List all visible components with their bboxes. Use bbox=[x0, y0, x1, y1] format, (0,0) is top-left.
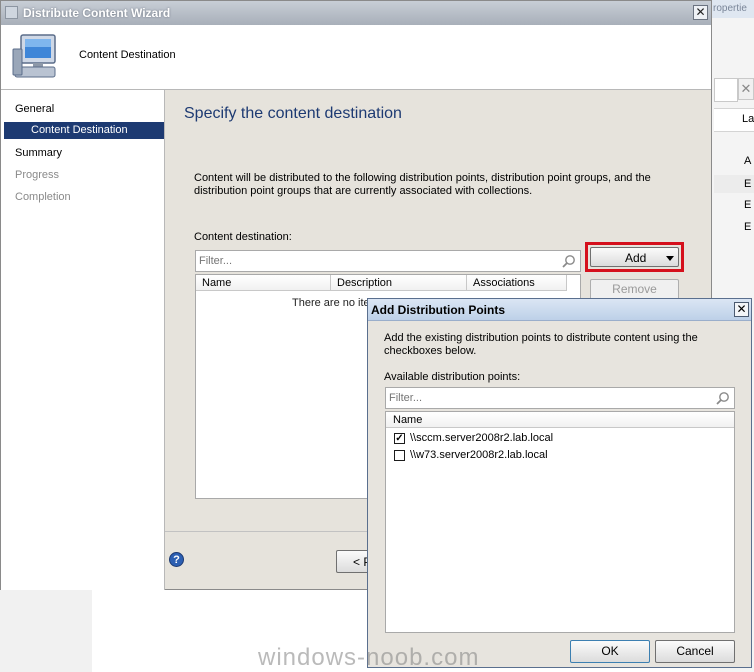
page-title: Specify the content destination bbox=[184, 105, 402, 122]
wizard-header: Content Destination bbox=[1, 25, 711, 90]
empty-list-message: There are no ite bbox=[292, 297, 370, 309]
ok-button[interactable]: OK bbox=[570, 640, 650, 663]
checkbox-sccm[interactable]: ✓ bbox=[394, 433, 405, 444]
nav-item-progress: Progress bbox=[15, 169, 60, 181]
remove-button[interactable]: Remove bbox=[590, 279, 679, 300]
content-destination-label: Content destination: bbox=[194, 231, 292, 243]
nav-item-general[interactable]: General bbox=[15, 103, 54, 115]
background-close-icon[interactable]: ✕ bbox=[738, 78, 754, 100]
background-row[interactable]: E bbox=[744, 175, 754, 193]
dialog-title: Add Distribution Points bbox=[371, 303, 505, 317]
dialog-close-icon[interactable]: ✕ bbox=[734, 302, 749, 317]
wizard-header-title: Content Destination bbox=[79, 49, 176, 61]
cancel-button[interactable]: Cancel bbox=[655, 640, 735, 663]
column-header-name[interactable]: Name bbox=[386, 412, 734, 428]
available-points-label: Available distribution points: bbox=[384, 371, 521, 383]
wizard-title: Distribute Content Wizard bbox=[23, 6, 171, 20]
background-column-label: La bbox=[742, 113, 754, 125]
background-panel bbox=[0, 590, 92, 672]
background-properties-tab[interactable]: ropertie bbox=[710, 0, 754, 18]
dialog-description: Add the existing distribution points to … bbox=[384, 332, 698, 357]
nav-item-label: Content Destination bbox=[31, 124, 128, 136]
watermark: windows-noob.com bbox=[258, 644, 480, 671]
search-icon[interactable] bbox=[562, 254, 576, 268]
dialog-filter[interactable] bbox=[385, 387, 735, 409]
distribution-points-list[interactable]: Name ✓ \\sccm.server2008r2.lab.local \\w… bbox=[385, 411, 735, 633]
dialog-titlebar[interactable]: Add Distribution Points ✕ bbox=[368, 299, 751, 321]
close-icon[interactable]: ✕ bbox=[693, 5, 708, 20]
background-row[interactable]: A bbox=[744, 152, 754, 170]
nav-item-content-destination[interactable]: Content Destination bbox=[4, 122, 164, 139]
checkbox-w73[interactable] bbox=[394, 450, 405, 461]
search-icon[interactable] bbox=[716, 391, 730, 405]
distribution-point-label: \\sccm.server2008r2.lab.local bbox=[410, 432, 554, 444]
background-column-header[interactable]: La bbox=[714, 108, 754, 132]
dialog-filter-input[interactable] bbox=[389, 390, 709, 406]
computer-icon bbox=[12, 34, 56, 78]
distribution-point-label: \\w73.server2008r2.lab.local bbox=[410, 449, 548, 461]
add-distribution-points-dialog: Add Distribution Points ✕ Add the existi… bbox=[367, 298, 752, 668]
wizard-app-icon bbox=[5, 6, 18, 19]
column-header-associations[interactable]: Associations bbox=[467, 275, 567, 291]
nav-item-summary[interactable]: Summary bbox=[15, 147, 62, 159]
column-header-name[interactable]: Name bbox=[196, 275, 331, 291]
column-header-description[interactable]: Description bbox=[331, 275, 467, 291]
page-description: Content will be distributed to the follo… bbox=[194, 172, 651, 197]
wizard-titlebar[interactable]: Distribute Content Wizard ✕ bbox=[1, 1, 711, 25]
add-button[interactable]: Add bbox=[590, 247, 679, 267]
destination-filter-input[interactable] bbox=[199, 253, 559, 269]
destination-filter[interactable] bbox=[195, 250, 581, 272]
add-button-label: Add bbox=[625, 251, 647, 265]
wizard-nav: General Summary Progress Completion bbox=[1, 90, 165, 590]
background-row[interactable]: E bbox=[744, 218, 754, 236]
help-icon[interactable]: ? bbox=[169, 552, 184, 567]
nav-item-completion: Completion bbox=[15, 191, 71, 203]
chevron-down-icon bbox=[666, 256, 674, 261]
background-row[interactable]: E bbox=[744, 196, 754, 214]
background-search-field[interactable] bbox=[714, 78, 738, 102]
